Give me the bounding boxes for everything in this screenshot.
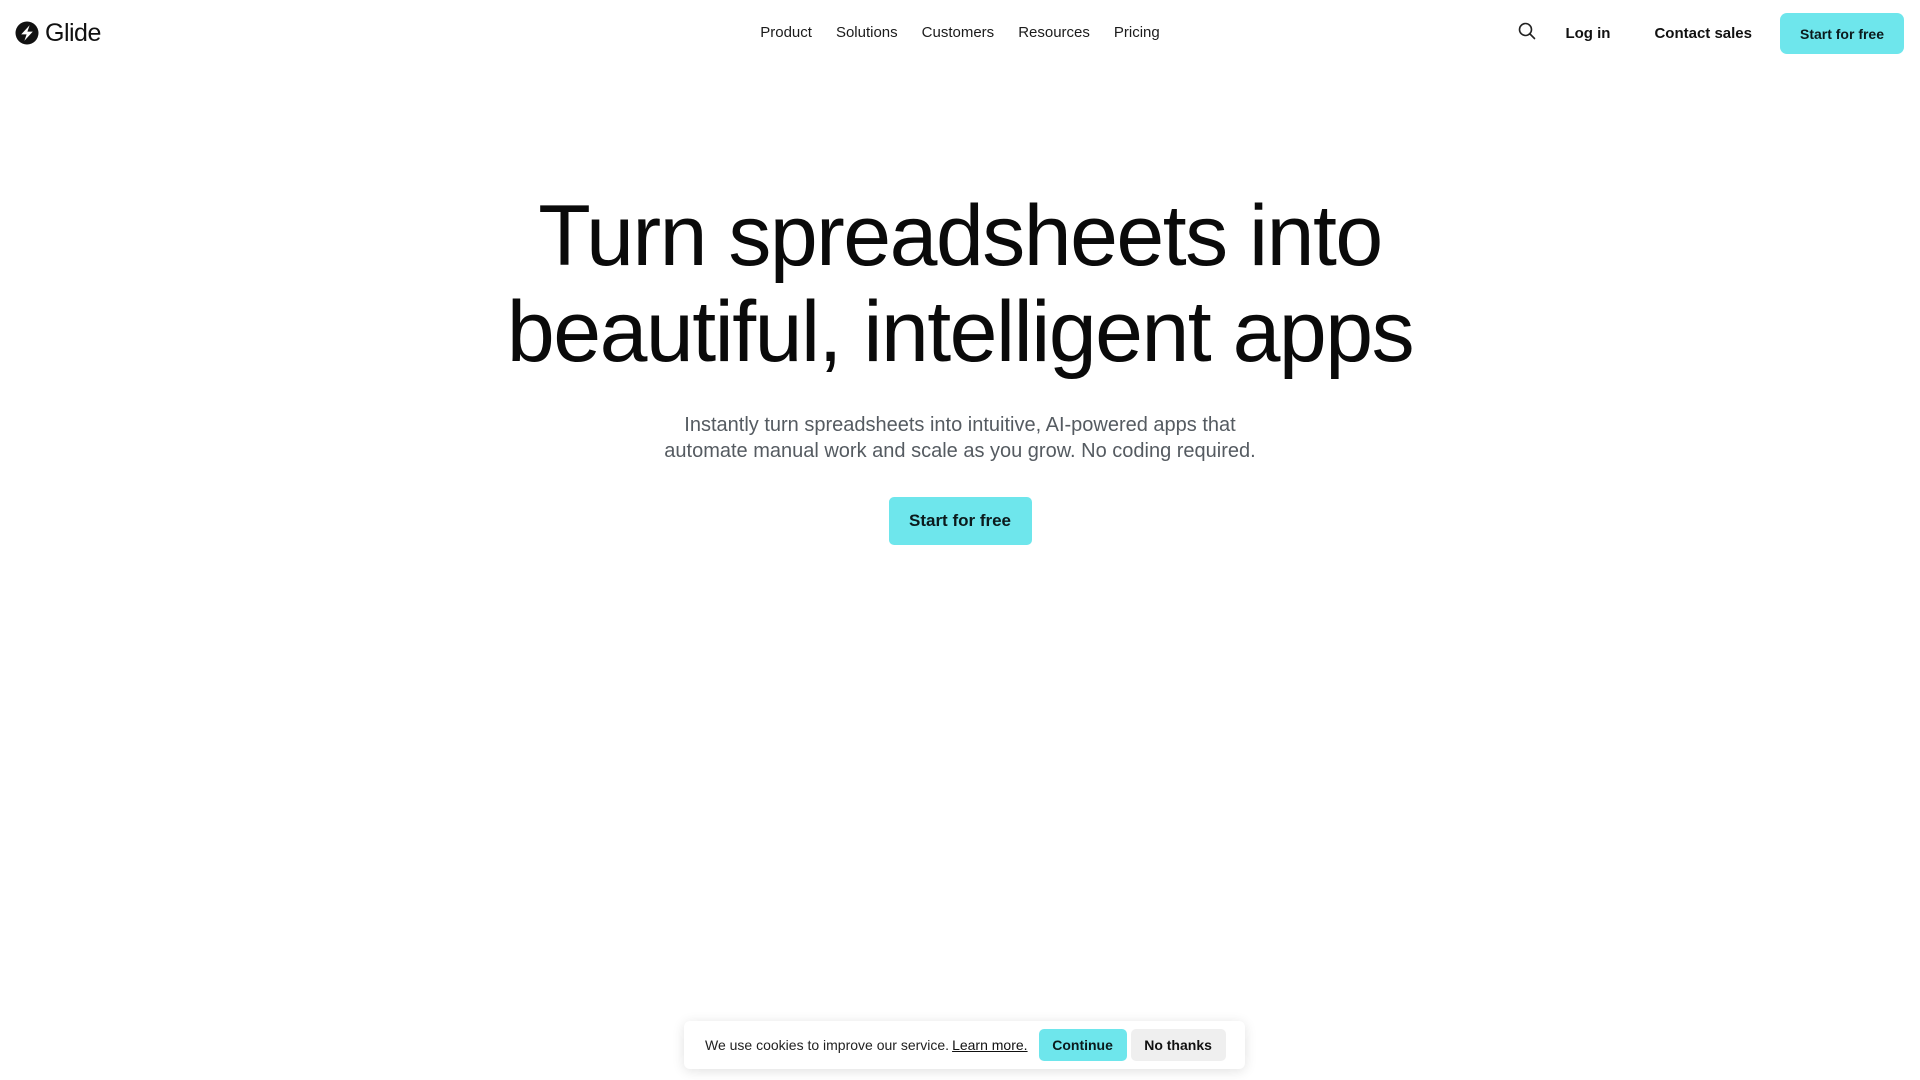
cookie-message: We use cookies to improve our service.: [705, 1037, 950, 1053]
nav-item-resources[interactable]: Resources: [1018, 22, 1090, 44]
nav-item-solutions[interactable]: Solutions: [836, 22, 898, 44]
logo-link[interactable]: Glide: [15, 20, 101, 46]
header-start-free-button[interactable]: Start for free: [1780, 13, 1904, 54]
glide-bolt-icon: [15, 21, 39, 45]
cookie-banner: We use cookies to improve our service. L…: [684, 1021, 1245, 1069]
nav-item-customers[interactable]: Customers: [922, 22, 995, 44]
hero-title-line-1: Turn spreadsheets into: [538, 188, 1383, 284]
hero-section: Turn spreadsheets into beautiful, intell…: [0, 188, 1920, 545]
nav-item-pricing[interactable]: Pricing: [1114, 22, 1160, 44]
header-actions: Log in Contact sales Start for free: [1509, 13, 1904, 54]
contact-sales-link[interactable]: Contact sales: [1654, 25, 1752, 42]
hero-title-line-2: beautiful, intelligent apps: [506, 284, 1415, 380]
hero-subtitle: Instantly turn spreadsheets into intuiti…: [0, 412, 1920, 464]
site-header: Glide Product Solutions Customers Resour…: [0, 0, 1920, 67]
hero-start-free-button[interactable]: Start for free: [888, 497, 1032, 545]
cookie-no-thanks-button[interactable]: No thanks: [1130, 1029, 1226, 1061]
cookie-continue-button[interactable]: Continue: [1038, 1029, 1127, 1061]
nav-item-product[interactable]: Product: [760, 22, 812, 44]
page: Glide Product Solutions Customers Resour…: [0, 0, 1920, 1080]
hero-subtitle-line-2: automate manual work and scale as you gr…: [664, 440, 1256, 462]
cookie-learn-more-link[interactable]: Learn more.: [952, 1037, 1027, 1053]
hero-title: Turn spreadsheets into beautiful, intell…: [0, 188, 1920, 380]
hero-subtitle-line-1: Instantly turn spreadsheets into intuiti…: [684, 414, 1236, 436]
search-icon: [1518, 22, 1536, 45]
search-button[interactable]: [1509, 16, 1545, 52]
brand-name: Glide: [45, 19, 101, 47]
login-link[interactable]: Log in: [1565, 25, 1610, 42]
